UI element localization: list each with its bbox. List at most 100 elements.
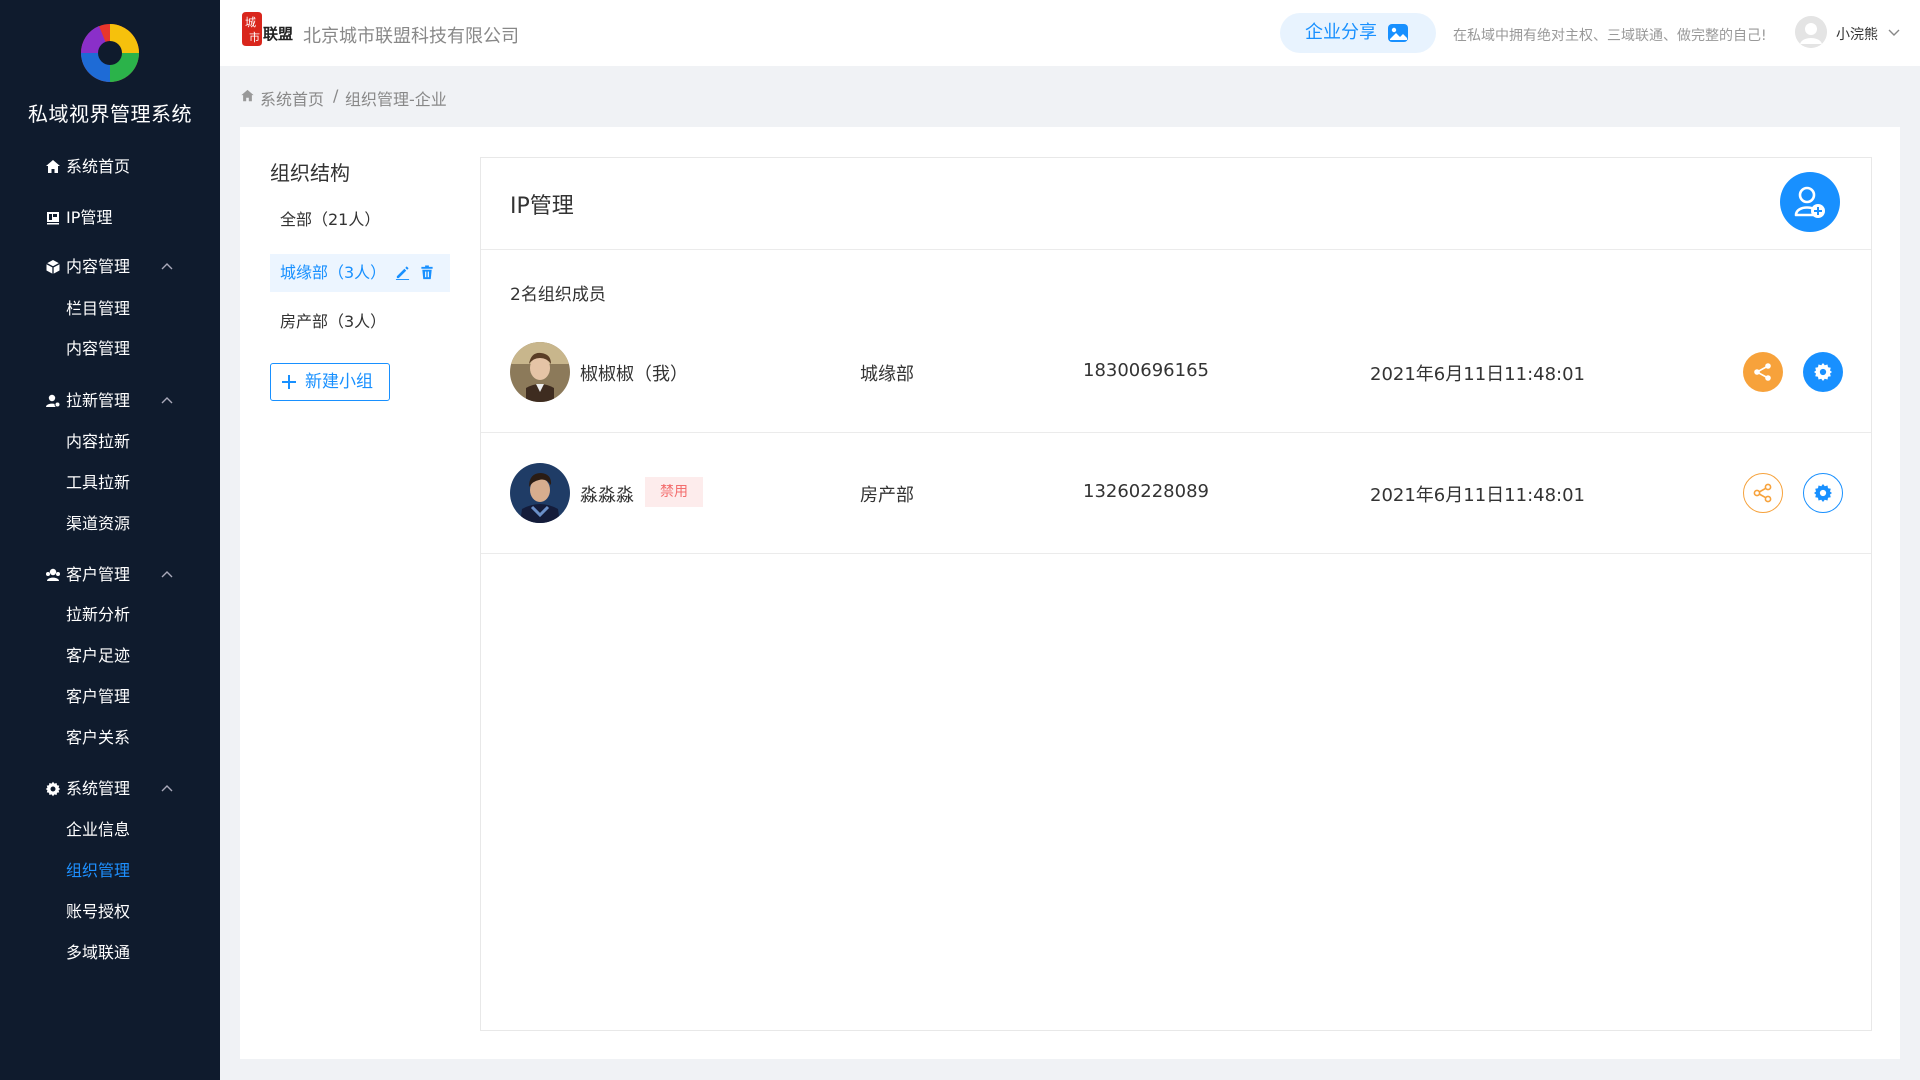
company-name: 北京城市联盟科技有限公司 [303, 26, 519, 47]
brand-logo: 城 市 联盟 [240, 12, 296, 50]
avatar-photo [510, 342, 570, 402]
image-icon [1388, 24, 1408, 42]
new-group-label: 新建小组 [305, 372, 373, 392]
users-icon [46, 568, 60, 581]
nav-acquire-label: 拉新管理 [66, 391, 131, 410]
nav-content[interactable]: 内容管理 [0, 249, 220, 285]
new-group-button[interactable]: 新建小组 [270, 363, 390, 401]
nav-sub-org[interactable]: 组织管理 [66, 856, 130, 886]
member-name: 淼淼淼 [580, 485, 634, 506]
org-item-label: 房产部（3人） [280, 312, 387, 331]
member-dept: 城缘部 [860, 364, 914, 385]
share-icon [1753, 483, 1772, 503]
member-name: 椒椒椒（我） [580, 364, 688, 385]
settings-button[interactable] [1803, 473, 1843, 513]
sidebar: 私域视界管理系统 系统首页 IP管理 内容管理 栏目管理 内容管理 拉新管理 内… [0, 0, 220, 1080]
chevron-up-icon [161, 785, 173, 792]
chevron-up-icon [161, 571, 173, 578]
user-avatar[interactable] [1795, 16, 1827, 48]
member-dept: 房产部 [860, 485, 914, 506]
member-time: 2021年6月11日11:48:01 [1370, 485, 1586, 506]
cube-icon [46, 260, 60, 274]
settings-button[interactable] [1803, 352, 1843, 392]
nav-sub-account[interactable]: 账号授权 [66, 897, 130, 927]
ip-icon [47, 212, 59, 225]
nav-sub-multidomain[interactable]: 多域联通 [66, 938, 130, 968]
nav-customer[interactable]: 客户管理 [0, 557, 220, 593]
divider [481, 249, 1871, 250]
nav-ip-label: IP管理 [66, 208, 113, 227]
nav-ip[interactable]: IP管理 [0, 200, 220, 236]
avatar [510, 463, 570, 523]
add-member-button[interactable] [1780, 172, 1840, 232]
user-avatar-icon [1795, 16, 1827, 48]
nav-customer-label: 客户管理 [66, 565, 131, 584]
nav-sub-relation[interactable]: 客户关系 [66, 723, 130, 753]
nav-sub-customer[interactable]: 客户管理 [66, 682, 130, 712]
brand-logo-icon: 城 市 联盟 [242, 12, 293, 46]
org-item-label: 城缘部（3人） [280, 263, 387, 282]
member-time: 2021年6月11日11:48:01 [1370, 364, 1586, 385]
nav-acquire[interactable]: 拉新管理 [0, 383, 220, 419]
ip-title: IP管理 [510, 194, 574, 219]
breadcrumb-separator: / [333, 86, 339, 105]
org-item-all[interactable]: 全部（21人） [270, 201, 450, 239]
table-row: 淼淼淼 禁用 房产部 13260228089 2021年6月11日11:48:0… [481, 432, 1871, 553]
nav-sub-column[interactable]: 栏目管理 [66, 294, 130, 324]
nav-sub-channel[interactable]: 渠道资源 [66, 509, 130, 539]
member-count: 2名组织成员 [510, 285, 606, 305]
nav-sub-footprint[interactable]: 客户足迹 [66, 641, 130, 671]
app-logo [0, 22, 220, 92]
svg-text:市: 市 [249, 30, 260, 44]
share-button[interactable] [1743, 473, 1783, 513]
nav-system-label: 系统管理 [66, 779, 131, 798]
breadcrumb-home[interactable]: 系统首页 [260, 86, 324, 110]
share-icon [1754, 363, 1771, 381]
chevron-up-icon [161, 263, 173, 270]
svg-text:联盟: 联盟 [263, 25, 293, 43]
status-badge: 禁用 [645, 477, 703, 507]
gear-icon [1814, 363, 1832, 381]
enterprise-share-button[interactable]: 企业分享 [1280, 13, 1436, 53]
top-header: 城 市 联盟 北京城市联盟科技有限公司 企业分享 在私域中拥有绝对主权、三域联通… [220, 0, 1920, 66]
share-button[interactable] [1743, 352, 1783, 392]
avatar [510, 342, 570, 402]
nav-sub-content-acquire[interactable]: 内容拉新 [66, 427, 130, 457]
member-phone: 13260228089 [1083, 481, 1209, 502]
gear-icon [1814, 484, 1832, 502]
user-icon [46, 394, 61, 408]
gear-icon [45, 781, 61, 797]
app-logo-icon [80, 24, 139, 82]
org-item-label: 全部（21人） [280, 210, 381, 229]
table-row: 椒椒椒（我） 城缘部 18300696165 2021年6月11日11:48:0… [481, 311, 1871, 432]
slogan: 在私域中拥有绝对主权、三域联通、做完整的自己! [1453, 28, 1767, 44]
edit-icon[interactable] [395, 265, 410, 280]
member-phone: 18300696165 [1083, 360, 1209, 381]
avatar-photo [510, 463, 570, 523]
enterprise-share-label: 企业分享 [1305, 22, 1377, 43]
nav-sub-content[interactable]: 内容管理 [66, 334, 130, 364]
user-name[interactable]: 小浣熊 [1836, 24, 1878, 44]
add-user-icon [1794, 186, 1825, 218]
delete-icon[interactable] [420, 265, 434, 280]
ip-panel: IP管理 2名组织成员 椒椒椒（我） 城缘部 18300696165 2021年… [480, 157, 1872, 1031]
chevron-up-icon [161, 397, 173, 404]
nav-sub-company-info[interactable]: 企业信息 [66, 815, 130, 845]
org-item-chengyuan[interactable]: 城缘部（3人） [270, 254, 450, 292]
main-card: 组织结构 全部（21人） 城缘部（3人） 房产部（3人） 新建小组 IP管理 2… [240, 127, 1900, 1059]
org-structure-title: 组织结构 [270, 161, 350, 185]
divider [481, 553, 1871, 554]
breadcrumb-current: 组织管理-企业 [345, 90, 447, 109]
nav-content-label: 内容管理 [66, 257, 131, 276]
chevron-down-icon[interactable] [1888, 29, 1900, 37]
home-icon [241, 89, 254, 102]
home-icon [46, 160, 60, 173]
svg-text:城: 城 [245, 16, 256, 29]
plus-icon [282, 375, 296, 389]
system-title: 私域视界管理系统 [28, 102, 192, 126]
nav-system[interactable]: 系统管理 [0, 771, 220, 807]
nav-sub-tool-acquire[interactable]: 工具拉新 [66, 468, 130, 498]
nav-sub-analysis[interactable]: 拉新分析 [66, 600, 130, 630]
nav-home[interactable]: 系统首页 [0, 149, 220, 185]
org-item-realestate[interactable]: 房产部（3人） [270, 303, 450, 341]
